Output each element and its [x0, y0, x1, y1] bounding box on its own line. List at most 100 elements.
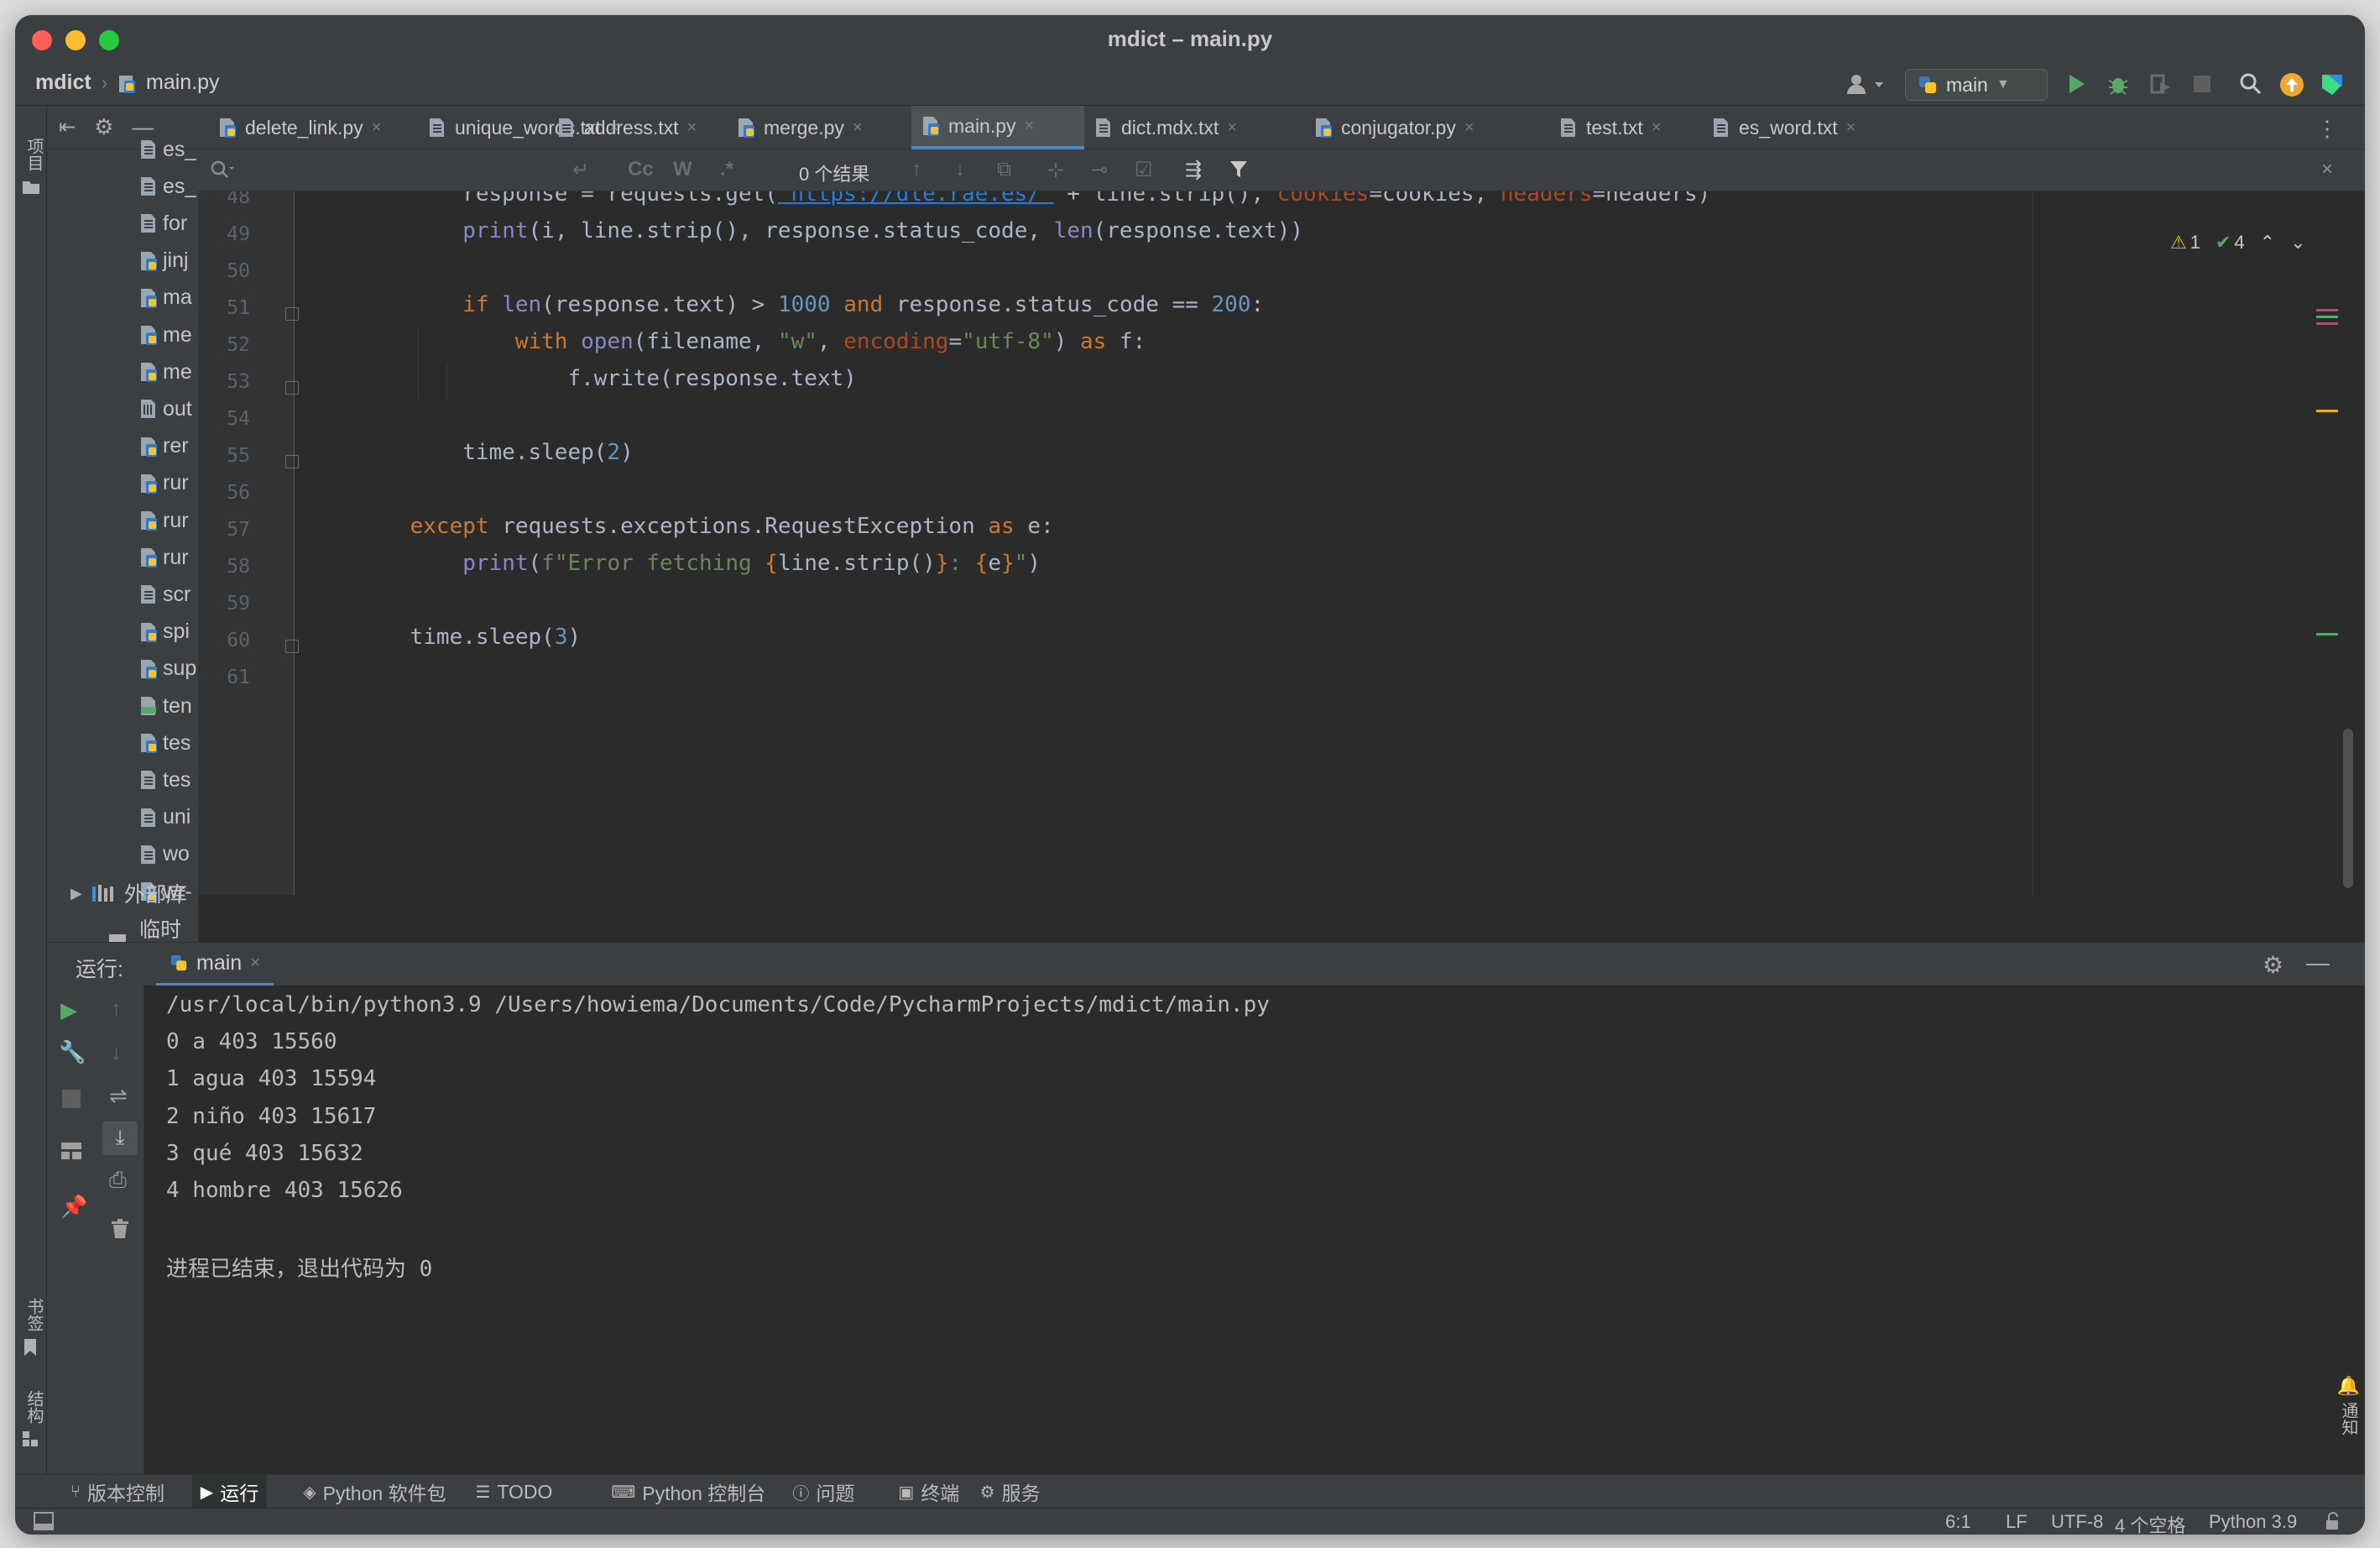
pin-icon[interactable]: 📌 — [60, 1194, 87, 1220]
tool-window-button[interactable]: ⚙ 服务 — [972, 1475, 1049, 1509]
editor-tab[interactable]: es_word.txt × — [1702, 106, 1895, 149]
python-interpreter[interactable]: Python 3.9 — [2209, 1511, 2297, 1533]
editor-tab[interactable]: dict.mdx.txt × — [1084, 106, 1304, 149]
inspection-widget[interactable]: ⚠ 1 ✔ 4 ⌃ ⌄ — [2170, 232, 2306, 254]
close-window-button[interactable] — [32, 30, 52, 50]
project-tree-item[interactable]: rur — [139, 467, 189, 500]
project-tree-item[interactable]: rer — [139, 430, 189, 463]
project-tree-item[interactable]: me — [139, 355, 192, 389]
arrow-down-icon[interactable]: ↓ — [111, 1039, 122, 1065]
structure-tool-button[interactable]: 结构 — [22, 1390, 46, 1447]
stop-icon[interactable] — [2192, 74, 2212, 94]
close-tab-icon[interactable]: × — [1464, 118, 1474, 138]
fold-marker-icon[interactable] — [285, 381, 299, 395]
more-tabs-icon[interactable]: ⋮ — [2316, 116, 2338, 142]
run-tab-main[interactable]: main × — [156, 943, 274, 986]
tool-window-button[interactable]: ☰ TODO — [467, 1475, 561, 1509]
project-tree-item[interactable]: me — [139, 318, 192, 352]
rerun-icon[interactable]: ▶ — [60, 997, 77, 1023]
close-tab-icon[interactable]: × — [1025, 117, 1035, 136]
find-input[interactable] — [242, 154, 745, 186]
fold-marker-icon[interactable] — [285, 640, 299, 653]
close-tab-icon[interactable]: × — [1652, 118, 1662, 138]
debug-icon[interactable] — [2106, 72, 2130, 96]
error-stripe-marker[interactable] — [2316, 309, 2338, 311]
fold-marker-icon[interactable] — [285, 455, 299, 468]
gear-icon[interactable]: ⚙ — [94, 114, 113, 140]
close-tab-icon[interactable]: × — [687, 118, 697, 138]
editor-tab[interactable]: merge.py × — [727, 106, 911, 149]
close-tab-icon[interactable]: × — [1227, 118, 1237, 138]
project-tree-item[interactable]: rur — [139, 504, 189, 537]
previous-occurrence-icon[interactable]: ↑ — [911, 158, 921, 181]
file-encoding[interactable]: UTF-8 — [2051, 1511, 2103, 1533]
tool-window-button[interactable]: ⑂ 版本控制 — [62, 1475, 173, 1509]
editor-scrollbar-thumb[interactable] — [2343, 729, 2353, 888]
code-editor[interactable]: 48 49 50 51 52 53 54 55 56 57 58 59 60 61 response = … — [198, 191, 2365, 895]
chevron-up-icon[interactable]: ⌃ — [2260, 232, 2275, 254]
close-tab-icon[interactable]: × — [1846, 118, 1856, 138]
editor-tab[interactable]: conjugator.py × — [1304, 106, 1549, 149]
project-tree-item[interactable]: out — [139, 392, 192, 426]
change-stripe-marker[interactable] — [2316, 316, 2338, 318]
project-tool-button[interactable]: 项目 — [22, 138, 46, 195]
tool-window-button[interactable]: ▣ 终端 — [890, 1475, 968, 1509]
layout-icon[interactable] — [60, 1142, 82, 1160]
zoom-window-button[interactable] — [99, 30, 119, 50]
match-case-toggle[interactable]: Cc — [628, 158, 654, 181]
show-in-find-window-icon[interactable]: ⧉ — [997, 158, 1011, 181]
close-tab-icon[interactable]: × — [372, 118, 382, 138]
tool-window-button[interactable]: ◈ Python 软件包 — [295, 1475, 454, 1509]
lock-icon[interactable] — [2325, 1512, 2341, 1530]
external-libraries-node[interactable]: ▶ 外部库 — [70, 878, 187, 908]
editor-tab[interactable]: test.txt × — [1549, 106, 1702, 149]
tool-window-button[interactable]: ⌨ Python 控制台 — [603, 1475, 774, 1509]
fold-marker-icon[interactable] — [285, 307, 299, 321]
update-icon[interactable] — [2279, 72, 2304, 97]
editor-tab[interactable]: delete_link.py × — [208, 106, 418, 149]
project-tree-item[interactable]: sup — [139, 652, 196, 686]
editor-tab[interactable]: main.py × — [911, 106, 1084, 149]
run-console-output[interactable]: /usr/local/bin/python3.9 /Users/howiema/… — [144, 986, 2326, 1474]
notifications-tool-button[interactable]: 🔔 通知 — [2336, 1375, 2361, 1436]
wrench-icon[interactable]: 🔧 — [59, 1039, 86, 1065]
search-icon[interactable] — [2239, 72, 2263, 96]
project-tree-item[interactable]: rur — [139, 541, 189, 574]
project-tree-item[interactable]: for — [139, 207, 187, 240]
hide-panel-icon[interactable]: — — [2306, 949, 2330, 976]
editor-tab[interactable]: address.txt × — [547, 106, 727, 149]
jetbrains-logo-icon[interactable] — [2320, 72, 2345, 97]
search-icon[interactable] — [210, 160, 235, 181]
close-tab-icon[interactable]: × — [250, 954, 260, 973]
project-tree-item[interactable]: ten — [139, 689, 192, 723]
project-tree-item[interactable]: ma — [139, 281, 192, 315]
breadcrumb-file[interactable]: main.py — [146, 71, 220, 95]
line-separator[interactable]: LF — [2006, 1511, 2028, 1533]
run-config-selector[interactable]: main ▼ — [1905, 69, 2048, 101]
user-icon[interactable] — [1845, 72, 1887, 97]
indent-setting[interactable]: 4 个空格 — [2115, 1511, 2185, 1535]
editor-tab[interactable]: unique_words.txt × — [418, 106, 619, 149]
filter-options-icon[interactable]: ⇶ — [1185, 158, 1202, 182]
minimize-window-button[interactable] — [65, 30, 86, 50]
project-tree-item[interactable]: jinj — [139, 244, 189, 278]
project-tree-item[interactable]: es_ — [139, 133, 196, 166]
regex-toggle[interactable]: .* — [720, 158, 733, 181]
arrow-up-icon[interactable]: ↑ — [111, 996, 122, 1022]
breadcrumb-project[interactable]: mdict — [35, 71, 91, 95]
bookmarks-tool-button[interactable]: 书签 — [22, 1298, 46, 1357]
project-tree-item[interactable]: es_ — [139, 170, 196, 203]
warning-stripe-marker[interactable] — [2316, 410, 2338, 412]
scroll-to-end-icon[interactable]: ⤓ — [102, 1122, 138, 1155]
project-tree-item[interactable]: tes — [139, 763, 191, 797]
close-tab-icon[interactable]: × — [853, 118, 863, 138]
chevron-down-icon[interactable]: ⌄ — [2290, 232, 2305, 254]
caret-position[interactable]: 6:1 — [1945, 1511, 1971, 1533]
soft-wrap-icon[interactable]: ⇌ — [109, 1083, 128, 1109]
collapse-all-icon[interactable]: ⇤ — [59, 115, 76, 139]
project-tree-item[interactable]: scr — [139, 578, 191, 611]
print-icon[interactable]: ⎙ — [109, 1167, 127, 1194]
next-occurrence-icon[interactable]: ↓ — [955, 158, 965, 181]
project-tree-item[interactable]: spi — [139, 615, 190, 649]
select-all-occurrences-icon[interactable]: ☑ — [1135, 158, 1153, 182]
